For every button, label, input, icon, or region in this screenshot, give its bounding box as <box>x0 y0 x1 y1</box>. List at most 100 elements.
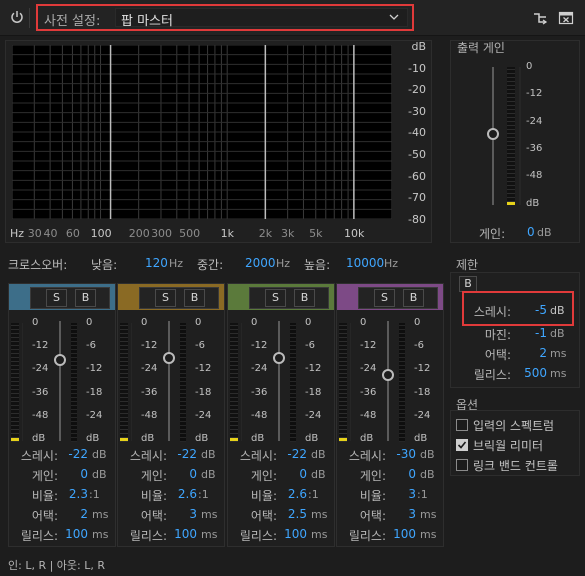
crossover-low-value[interactable]: 120 <box>145 256 168 270</box>
band-fader-track[interactable] <box>278 321 280 441</box>
meter-segment <box>399 437 405 438</box>
meter-segment <box>290 441 296 442</box>
db-scale-label: -60 <box>408 169 426 183</box>
meter-scale-label: -24 <box>251 363 268 375</box>
limiter-margin-value[interactable]: -1 <box>507 326 547 340</box>
meter-segment <box>399 325 405 326</box>
meter-segment <box>230 329 238 330</box>
meter-segment <box>180 377 186 378</box>
band-attack-value[interactable]: 2.5 <box>269 507 307 521</box>
meter-segment <box>290 425 296 426</box>
meter-segment <box>180 345 186 346</box>
meter-segment <box>507 93 515 94</box>
band-attack-value[interactable]: 3 <box>159 507 197 521</box>
band-ratio-value[interactable]: 3 <box>378 487 416 501</box>
limiter-release-unit: ms <box>550 367 567 380</box>
band-threshold-value[interactable]: -30 <box>378 447 416 461</box>
band-bypass-button[interactable]: B <box>294 289 315 307</box>
band-gain-unit: dB <box>311 468 326 481</box>
band-gain-scale: 0 -6 -12 -18 -24 dB <box>195 317 221 447</box>
meter-segment <box>399 329 405 330</box>
band-bypass-button[interactable]: B <box>403 289 424 307</box>
meter-segment <box>399 421 405 422</box>
meter-segment <box>290 405 296 406</box>
band-threshold-value[interactable]: -22 <box>159 447 197 461</box>
meter-segment <box>290 433 296 434</box>
band-solo-button[interactable]: S <box>374 289 395 307</box>
crossover-low-label: 낮음: <box>91 258 118 272</box>
band-fader-knob[interactable] <box>382 369 394 381</box>
frequency-graph[interactable] <box>12 45 392 219</box>
band-gain-value[interactable]: 0 <box>50 467 88 481</box>
band-fader-track[interactable] <box>168 321 170 441</box>
band-gain-value[interactable]: 0 <box>378 467 416 481</box>
band-release-value[interactable]: 100 <box>159 527 197 541</box>
meter-segment <box>290 385 296 386</box>
band-fader-knob[interactable] <box>54 354 66 366</box>
gain-scale-label: -12 <box>414 363 431 375</box>
limiter-release-value[interactable]: 500 <box>507 366 547 380</box>
meter-segment <box>339 325 347 326</box>
limiter-threshold-value[interactable]: -5 <box>507 303 547 317</box>
band-bypass-button[interactable]: B <box>75 289 96 307</box>
band-threshold-value[interactable]: -22 <box>269 447 307 461</box>
meter-segment <box>339 393 347 394</box>
meter-segment <box>180 429 186 430</box>
band-fader-track[interactable] <box>59 321 61 441</box>
crossover-high-value[interactable]: 10000 <box>346 256 384 270</box>
meter-segment <box>71 341 77 342</box>
checkbox[interactable] <box>456 459 468 471</box>
band-attack-value[interactable]: 3 <box>378 507 416 521</box>
checkbox[interactable] <box>456 419 468 431</box>
output-gain-panel: 출력 게인 0 -12 -24 -36 -48 dB 게인: 0 dB <box>450 40 580 243</box>
checkbox-checked[interactable] <box>456 439 468 451</box>
band-solo-button[interactable]: S <box>155 289 176 307</box>
option-row[interactable]: 입력의 스펙트럼 <box>456 417 580 433</box>
meter-segment <box>11 381 19 382</box>
band-ratio-value[interactable]: 2.6 <box>269 487 307 501</box>
meter-segment <box>71 413 77 414</box>
power-icon[interactable] <box>9 9 25 25</box>
band-ratio-value[interactable]: 2.3 <box>50 487 88 501</box>
meter-segment <box>507 77 515 78</box>
band-solo-button[interactable]: S <box>265 289 286 307</box>
band-release-value[interactable]: 100 <box>378 527 416 541</box>
band-threshold-value[interactable]: -22 <box>50 447 88 461</box>
meter-segment <box>507 193 515 194</box>
limiter-attack-label: 어택: <box>484 348 511 362</box>
limiter-bypass-button[interactable]: B <box>459 276 477 292</box>
band-fader-track[interactable] <box>387 321 389 441</box>
meter-segment <box>11 389 19 390</box>
band-meter-scale: 0 -12 -24 -36 -48 dB <box>32 317 54 447</box>
meter-segment <box>507 185 515 186</box>
band-attack-value[interactable]: 2 <box>50 507 88 521</box>
band-gain-value[interactable]: 0 <box>269 467 307 481</box>
band-ratio-value[interactable]: 2.6 <box>159 487 197 501</box>
output-gain-value[interactable]: 0 <box>527 225 535 239</box>
band-gain-unit: dB <box>92 468 107 481</box>
band-bypass-button[interactable]: B <box>184 289 205 307</box>
gain-scale-label: -18 <box>305 386 322 398</box>
crossover-mid-value[interactable]: 2000 <box>245 256 276 270</box>
preset-dropdown[interactable]: 팝 마스터 <box>115 8 408 29</box>
meter-segment <box>71 325 77 326</box>
band-solo-button[interactable]: S <box>46 289 67 307</box>
close-icon[interactable] <box>558 10 574 26</box>
option-row[interactable]: 브릭월 리미터 <box>456 437 580 453</box>
output-fader-knob[interactable] <box>487 128 499 140</box>
meter-segment <box>399 345 405 346</box>
meter-segment <box>11 349 19 350</box>
band-gain-value[interactable]: 0 <box>159 467 197 481</box>
band-fader-knob[interactable] <box>273 352 285 364</box>
band-release-value[interactable]: 100 <box>269 527 307 541</box>
band-fader-knob[interactable] <box>163 352 175 364</box>
routing-icon[interactable] <box>532 10 548 26</box>
meter-segment <box>399 341 405 342</box>
meter-scale-label: dB <box>141 433 155 444</box>
limiter-attack-value[interactable]: 2 <box>507 346 547 360</box>
meter-segment <box>120 425 128 426</box>
option-row[interactable]: 링크 밴드 컨트롤 <box>456 457 580 473</box>
meter-segment <box>180 441 186 442</box>
hz-scale-label: 1k <box>220 227 234 240</box>
band-release-value[interactable]: 100 <box>50 527 88 541</box>
